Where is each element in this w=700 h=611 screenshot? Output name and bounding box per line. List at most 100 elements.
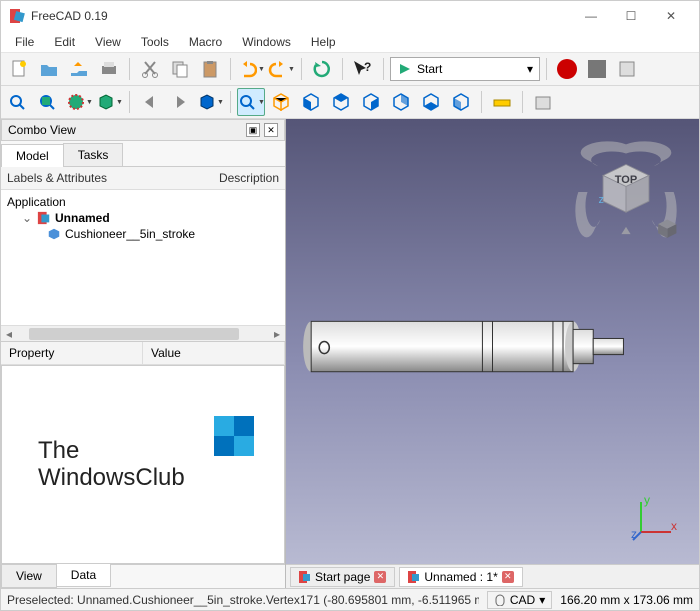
app-icon — [9, 8, 25, 24]
chevron-down-icon: ▾ — [539, 593, 545, 607]
menu-help[interactable]: Help — [301, 33, 346, 51]
combo-tabs: Model Tasks — [1, 141, 285, 167]
combo-title: Combo View — [8, 123, 76, 137]
save-button[interactable] — [65, 55, 93, 83]
chevron-down-icon: ▾ — [527, 62, 533, 76]
3d-viewport[interactable]: TOP z — [286, 119, 699, 564]
combo-view-panel: Combo View ▣ ✕ Model Tasks Labels & Attr… — [1, 119, 286, 588]
document-tabs: Start page ✕ Unnamed : 1* ✕ — [286, 564, 699, 588]
model-tree: Application ⌄ Unnamed Cushioneer__5in_st… — [1, 190, 285, 325]
tab-tasks[interactable]: Tasks — [63, 143, 124, 166]
tab-data[interactable]: Data — [56, 564, 111, 587]
measure-button[interactable] — [488, 88, 516, 116]
tree-root[interactable]: Application — [7, 194, 279, 210]
prop-col-property: Property — [1, 342, 143, 364]
watermark-line2: WindowsClub — [38, 465, 185, 491]
expander-icon[interactable]: ⌄ — [21, 211, 33, 225]
undo-button[interactable]: ▼ — [237, 55, 265, 83]
property-body: The WindowsClub — [1, 365, 285, 564]
prop-col-value: Value — [143, 342, 285, 364]
mouse-icon — [494, 594, 506, 606]
menu-view[interactable]: View — [85, 33, 131, 51]
svg-text:?: ? — [364, 60, 371, 74]
close-button[interactable]: ✕ — [651, 1, 691, 31]
tree-header-labels: Labels & Attributes — [7, 171, 107, 185]
view-top-button[interactable] — [327, 88, 355, 116]
status-bar: Preselected: Unnamed.Cushioneer__5in_str… — [1, 588, 699, 610]
toolbar-view: ▼ ▼ ▼ ▼ — [1, 86, 699, 119]
menu-macro[interactable]: Macro — [179, 33, 232, 51]
view-front-button[interactable] — [297, 88, 325, 116]
nav-left-button[interactable] — [136, 88, 164, 116]
tree-header-desc: Description — [219, 171, 279, 185]
menu-edit[interactable]: Edit — [44, 33, 85, 51]
fit-selection-button[interactable] — [35, 88, 63, 116]
toolbar-standard: ▼ ▼ ? Start ▾ — [1, 53, 699, 86]
view-iso-button[interactable] — [267, 88, 295, 116]
app-small-icon — [299, 571, 311, 583]
nav-right-button[interactable] — [166, 88, 194, 116]
minimize-button[interactable]: — — [571, 1, 611, 31]
doc-tab-start[interactable]: Start page ✕ — [290, 567, 395, 587]
menu-bar: File Edit View Tools Macro Windows Help — [1, 31, 699, 53]
view-left-button[interactable] — [447, 88, 475, 116]
print-button[interactable] — [95, 55, 123, 83]
status-dimensions: 166.20 mm x 173.06 mm — [560, 593, 693, 607]
link-nav-button[interactable]: ▼ — [196, 88, 224, 116]
menu-tools[interactable]: Tools — [131, 33, 179, 51]
isometric-button[interactable]: ▼ — [237, 88, 265, 116]
property-tabs: View Data — [1, 564, 285, 588]
doc-tab-unnamed[interactable]: Unnamed : 1* ✕ — [399, 567, 522, 587]
workbench-selector[interactable]: Start ▾ — [390, 57, 540, 81]
redo-button[interactable]: ▼ — [267, 55, 295, 83]
property-panel: Property Value The WindowsClub View Data — [1, 341, 285, 588]
document-icon — [37, 211, 51, 225]
part-icon — [47, 227, 61, 241]
paste-button[interactable] — [196, 55, 224, 83]
status-nav-mode[interactable]: CAD▾ — [487, 591, 552, 609]
bounding-box-button[interactable]: ▼ — [95, 88, 123, 116]
panel-float-button[interactable]: ▣ — [246, 123, 260, 137]
scroll-thumb[interactable] — [29, 328, 239, 340]
open-file-button[interactable] — [35, 55, 63, 83]
draw-style-button[interactable]: ▼ — [65, 88, 93, 116]
view-right-button[interactable] — [357, 88, 385, 116]
maximize-button[interactable]: ☐ — [611, 1, 651, 31]
scroll-right-icon[interactable]: ▸ — [269, 326, 285, 342]
watermark-logo-icon — [214, 416, 254, 456]
close-tab-icon[interactable]: ✕ — [502, 571, 514, 583]
view-rear-button[interactable] — [387, 88, 415, 116]
part-button[interactable] — [529, 88, 557, 116]
macro-list-button[interactable] — [613, 55, 641, 83]
fit-all-button[interactable] — [5, 88, 33, 116]
svg-text:y: y — [644, 493, 650, 507]
close-tab-icon[interactable]: ✕ — [374, 571, 386, 583]
menu-windows[interactable]: Windows — [232, 33, 301, 51]
panel-close-button[interactable]: ✕ — [264, 123, 278, 137]
new-file-button[interactable] — [5, 55, 33, 83]
copy-button[interactable] — [166, 55, 194, 83]
title-bar: FreeCAD 0.19 — ☐ ✕ — [1, 1, 699, 31]
tree-item[interactable]: Cushioneer__5in_stroke — [7, 226, 279, 242]
watermark-line1: The — [38, 438, 185, 464]
cut-button[interactable] — [136, 55, 164, 83]
whatsthis-button[interactable]: ? — [349, 55, 377, 83]
tree-document[interactable]: ⌄ Unnamed — [7, 210, 279, 226]
macro-record-button[interactable] — [553, 55, 581, 83]
tab-view[interactable]: View — [1, 565, 57, 588]
refresh-button[interactable] — [308, 55, 336, 83]
window-title: FreeCAD 0.19 — [31, 9, 571, 23]
scroll-left-icon[interactable]: ◂ — [1, 326, 17, 342]
svg-text:z: z — [631, 527, 637, 541]
app-small-icon — [408, 571, 420, 583]
axis-triad: y x z — [631, 492, 681, 542]
view-bottom-button[interactable] — [417, 88, 445, 116]
tab-model[interactable]: Model — [1, 144, 64, 167]
tree-hscroll[interactable]: ◂ ▸ — [1, 325, 285, 341]
workbench-label: Start — [417, 62, 442, 76]
menu-file[interactable]: File — [5, 33, 44, 51]
svg-text:x: x — [671, 519, 677, 533]
status-preselect: Preselected: Unnamed.Cushioneer__5in_str… — [7, 593, 479, 607]
start-icon — [397, 62, 411, 76]
macro-stop-button[interactable] — [583, 55, 611, 83]
